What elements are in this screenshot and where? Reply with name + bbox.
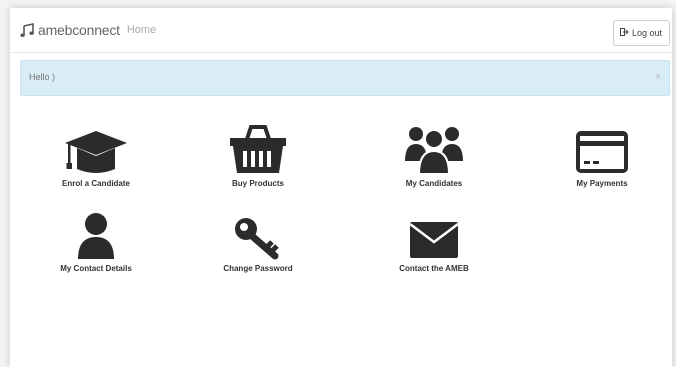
close-icon[interactable]: × bbox=[655, 71, 661, 83]
logout-label: Log out bbox=[631, 28, 662, 38]
music-note-icon bbox=[20, 22, 35, 38]
tile-contact-ameb[interactable]: Contact the AMEB bbox=[374, 208, 494, 273]
tile-label: Change Password bbox=[223, 264, 293, 273]
alert-message: Hello ) bbox=[29, 72, 56, 82]
graduation-cap-icon bbox=[36, 123, 156, 175]
brand[interactable]: amebconnect Home bbox=[20, 22, 156, 38]
tile-label: Contact the AMEB bbox=[399, 264, 469, 273]
tile-label: My Candidates bbox=[405, 179, 463, 188]
tile-change-password[interactable]: Change Password bbox=[198, 208, 318, 273]
tile-label: My Contact Details bbox=[60, 264, 132, 273]
tile-my-candidates[interactable]: My Candidates bbox=[374, 123, 494, 188]
tile-my-payments[interactable]: My Payments bbox=[542, 123, 662, 188]
nav-home-link[interactable]: Home bbox=[127, 24, 156, 36]
credit-card-icon bbox=[542, 123, 662, 175]
shopping-basket-icon bbox=[198, 123, 318, 175]
tile-my-contact-details[interactable]: My Contact Details bbox=[36, 208, 156, 273]
sign-out-icon bbox=[619, 28, 632, 38]
tile-label: Buy Products bbox=[231, 179, 284, 188]
tile-label: My Payments bbox=[576, 179, 628, 188]
app-window: amebconnect Home Log out Hello ) × Enrol… bbox=[10, 8, 672, 367]
tile-enrol-candidate[interactable]: Enrol a Candidate bbox=[36, 123, 156, 188]
key-icon bbox=[198, 208, 318, 260]
logout-button[interactable]: Log out bbox=[612, 20, 670, 46]
greeting-alert: Hello ) × bbox=[20, 60, 670, 96]
user-icon bbox=[36, 208, 156, 260]
navbar: amebconnect Home Log out bbox=[10, 8, 672, 53]
users-icon bbox=[374, 123, 494, 175]
tile-label: Enrol a Candidate bbox=[61, 179, 130, 188]
brand-name: amebconnect bbox=[38, 22, 120, 38]
envelope-icon bbox=[374, 208, 494, 260]
tile-buy-products[interactable]: Buy Products bbox=[198, 123, 318, 188]
